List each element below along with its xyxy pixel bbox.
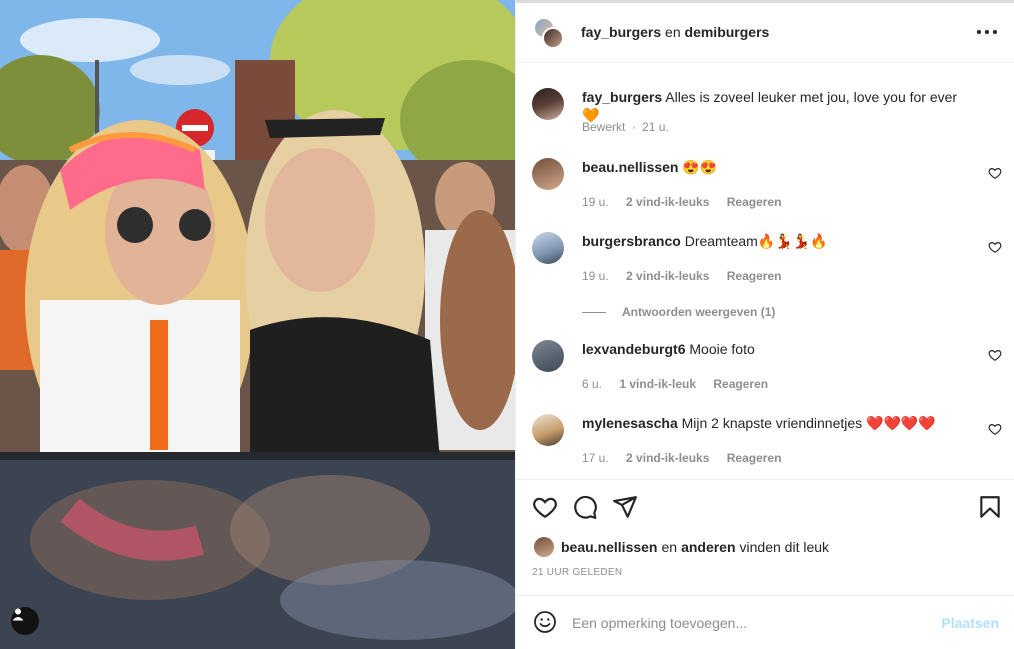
- add-comment-bar: Plaatsen: [516, 595, 1014, 649]
- comment-meta: 6 u. 1 vind-ik-leuk Reageren: [582, 377, 782, 391]
- author-username[interactable]: fay_burgers: [581, 24, 661, 40]
- likes-summary: beau.nellissen en anderen vinden dit leu…: [534, 536, 829, 558]
- comment-body: Mooie foto: [689, 341, 755, 357]
- avatar[interactable]: [532, 340, 564, 372]
- caption-meta: Bewerkt · 21 u.: [582, 120, 683, 134]
- comment-body: Dreamteam🔥💃💃🔥: [684, 233, 828, 249]
- liker-username[interactable]: beau.nellissen: [561, 539, 657, 555]
- reply-button[interactable]: Reageren: [713, 377, 768, 391]
- collab-avatars[interactable]: [533, 17, 564, 49]
- comment-input[interactable]: [572, 610, 932, 636]
- post-panel: fay_burgers en demiburgers fay_burgers A…: [515, 0, 1014, 649]
- avatar[interactable]: [532, 232, 564, 264]
- comment-text: mylenesascha Mijn 2 knapste vriendinnetj…: [582, 414, 962, 432]
- comment-text: burgersbranco Dreamteam🔥💃💃🔥: [582, 232, 962, 250]
- avatar[interactable]: [532, 88, 564, 120]
- comment-meta: 19 u. 2 vind-ik-leuks Reageren: [582, 195, 795, 209]
- likes-joiner: en: [661, 539, 678, 555]
- more-horizontal-icon[interactable]: [977, 25, 997, 39]
- heart-icon[interactable]: [532, 494, 558, 520]
- user-tag-icon[interactable]: [11, 607, 39, 635]
- likes-suffix: vinden dit leuk: [739, 539, 830, 555]
- comment-likes[interactable]: 2 vind-ik-leuks: [626, 451, 709, 465]
- caption-time[interactable]: 21 u.: [642, 120, 669, 134]
- meta-separator: ·: [631, 120, 636, 134]
- comment-likes[interactable]: 2 vind-ik-leuks: [626, 195, 709, 209]
- comment-time[interactable]: 19 u.: [582, 269, 609, 283]
- reply-button[interactable]: Reageren: [727, 269, 782, 283]
- edited-label: Bewerkt: [582, 120, 626, 134]
- comment-username[interactable]: burgersbranco: [582, 233, 681, 249]
- comment-meta: 19 u. 2 vind-ik-leuks Reageren: [582, 269, 795, 283]
- post-photo[interactable]: [0, 0, 515, 649]
- post-header: fay_burgers en demiburgers: [516, 3, 1014, 63]
- replies-divider: [582, 311, 606, 313]
- comment-likes[interactable]: 2 vind-ik-leuks: [626, 269, 709, 283]
- avatar[interactable]: [532, 158, 564, 190]
- comment-time[interactable]: 19 u.: [582, 195, 609, 209]
- avatar[interactable]: [532, 414, 564, 446]
- caption-username[interactable]: fay_burgers: [582, 89, 662, 105]
- post-comment-button[interactable]: Plaatsen: [941, 615, 999, 631]
- reply-button[interactable]: Reageren: [727, 451, 782, 465]
- action-bar: [516, 479, 1014, 535]
- bookmark-icon[interactable]: [977, 494, 1003, 520]
- comment-body: Mijn 2 knapste vriendinnetjes ❤️❤️❤️❤️: [681, 415, 936, 431]
- avatar: [542, 27, 564, 49]
- comment-text: lexvandeburgt6 Mooie foto: [582, 340, 962, 358]
- photo-illustration: [0, 0, 515, 649]
- comment-username[interactable]: lexvandeburgt6: [582, 341, 685, 357]
- comment-text: beau.nellissen 😍😍: [582, 158, 962, 176]
- view-replies-button[interactable]: Antwoorden weergeven (1): [582, 305, 775, 319]
- reply-button[interactable]: Reageren: [727, 195, 782, 209]
- avatar[interactable]: [534, 537, 554, 557]
- comment-time[interactable]: 6 u.: [582, 377, 602, 391]
- heart-icon[interactable]: [988, 348, 1002, 362]
- comment-bubble-icon[interactable]: [572, 494, 598, 520]
- comment-username[interactable]: beau.nellissen: [582, 159, 678, 175]
- comment-time[interactable]: 17 u.: [582, 451, 609, 465]
- paper-plane-icon[interactable]: [612, 494, 638, 520]
- comments-list: fay_burgers Alles is zoveel leuker met j…: [516, 64, 1014, 478]
- post-authors: fay_burgers en demiburgers: [581, 24, 769, 40]
- author-username[interactable]: demiburgers: [685, 24, 770, 40]
- author-joiner: en: [665, 24, 681, 40]
- smiley-icon[interactable]: [533, 610, 557, 634]
- comment-likes[interactable]: 1 vind-ik-leuk: [619, 377, 696, 391]
- comment-meta: 17 u. 2 vind-ik-leuks Reageren: [582, 451, 795, 465]
- post-timestamp[interactable]: 21 UUR GELEDEN: [532, 567, 622, 578]
- likes-others-link[interactable]: anderen: [681, 539, 735, 555]
- heart-icon[interactable]: [988, 240, 1002, 254]
- heart-icon[interactable]: [988, 422, 1002, 436]
- heart-icon[interactable]: [988, 166, 1002, 180]
- view-replies-label[interactable]: Antwoorden weergeven (1): [622, 305, 775, 319]
- caption-text: fay_burgers Alles is zoveel leuker met j…: [582, 88, 962, 124]
- comment-username[interactable]: mylenesascha: [582, 415, 678, 431]
- comment-body: 😍😍: [682, 159, 718, 175]
